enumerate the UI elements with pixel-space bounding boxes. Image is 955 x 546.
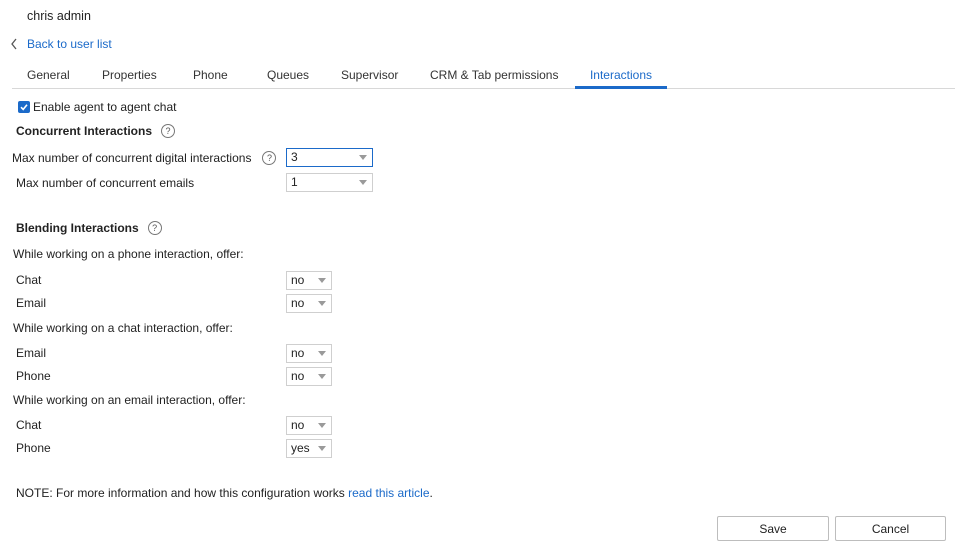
email-phone-label: Phone: [16, 441, 51, 455]
chat-email-select[interactable]: no: [286, 344, 332, 363]
help-icon[interactable]: ?: [147, 221, 162, 235]
read-article-link[interactable]: read this article: [348, 486, 429, 500]
chevron-left-icon: [11, 38, 17, 50]
blending-interactions-heading: Blending Interactions: [16, 221, 139, 235]
dropdown-arrow-icon: [318, 301, 326, 306]
dropdown-arrow-icon: [318, 351, 326, 356]
dropdown-arrow-icon: [359, 180, 367, 185]
back-to-user-list-link[interactable]: Back to user list: [10, 37, 112, 51]
email-chat-value: no: [291, 418, 305, 432]
tab-interactions[interactable]: Interactions: [575, 62, 667, 89]
email-phone-select[interactable]: yes: [286, 439, 332, 458]
tab-general[interactable]: General: [27, 62, 70, 89]
email-chat-select[interactable]: no: [286, 416, 332, 435]
agent-chat-checkbox[interactable]: [18, 101, 30, 113]
tab-phone[interactable]: Phone: [193, 62, 228, 89]
tab-bar: General Properties Phone Queues Supervis…: [12, 62, 955, 89]
agent-chat-option: Enable agent to agent chat: [18, 100, 176, 114]
phone-interaction-heading: While working on a phone interaction, of…: [13, 247, 244, 261]
agent-chat-label: Enable agent to agent chat: [33, 100, 177, 114]
max-digital-interactions-label: Max number of concurrent digital interac…: [12, 151, 252, 165]
note-text: NOTE: For more information and how this …: [16, 486, 349, 500]
chat-interaction-heading: While working on a chat interaction, off…: [13, 321, 233, 335]
phone-chat-value: no: [291, 273, 305, 287]
tab-crm-tab-permissions[interactable]: CRM & Tab permissions: [430, 62, 558, 89]
phone-email-label: Email: [16, 296, 47, 310]
phone-chat-label: Chat: [16, 273, 42, 287]
dropdown-arrow-icon: [318, 278, 326, 283]
max-emails-value: 1: [291, 175, 298, 189]
dropdown-arrow-icon: [318, 446, 326, 451]
note-suffix: .: [429, 486, 433, 500]
help-icon[interactable]: ?: [262, 151, 277, 165]
dropdown-arrow-icon: [318, 374, 326, 379]
chat-email-label: Email: [16, 346, 47, 360]
blending-interactions-title: Blending Interactions ?: [16, 221, 162, 235]
tab-properties[interactable]: Properties: [102, 62, 157, 89]
help-icon[interactable]: ?: [161, 124, 176, 138]
chat-phone-select[interactable]: no: [286, 367, 332, 386]
chat-phone-value: no: [291, 369, 305, 383]
chat-phone-label: Phone: [16, 369, 51, 383]
cancel-button[interactable]: Cancel: [835, 516, 946, 541]
max-emails-label: Max number of concurrent emails: [16, 176, 195, 190]
max-emails-select[interactable]: 1: [286, 173, 373, 192]
user-name: chris admin: [27, 9, 91, 23]
email-chat-label: Chat: [16, 418, 42, 432]
phone-email-select[interactable]: no: [286, 294, 332, 313]
max-digital-interactions-row: Max number of concurrent digital interac…: [12, 151, 277, 165]
chat-email-value: no: [291, 346, 305, 360]
dropdown-arrow-icon: [359, 155, 367, 160]
max-digital-interactions-select[interactable]: 3: [286, 148, 373, 167]
dropdown-arrow-icon: [318, 423, 326, 428]
checkmark-icon: [20, 104, 28, 111]
concurrent-interactions-heading: Concurrent Interactions: [16, 124, 153, 138]
phone-chat-select[interactable]: no: [286, 271, 332, 290]
phone-email-value: no: [291, 296, 305, 310]
tab-supervisor[interactable]: Supervisor: [341, 62, 398, 89]
configuration-note: NOTE: For more information and how this …: [16, 486, 433, 500]
back-link-label: Back to user list: [27, 37, 112, 51]
tab-queues[interactable]: Queues: [267, 62, 309, 89]
max-digital-interactions-value: 3: [291, 150, 298, 164]
email-interaction-heading: While working on an email interaction, o…: [13, 393, 246, 407]
email-phone-value: yes: [291, 441, 310, 455]
save-button[interactable]: Save: [717, 516, 829, 541]
concurrent-interactions-title: Concurrent Interactions ?: [16, 124, 176, 138]
